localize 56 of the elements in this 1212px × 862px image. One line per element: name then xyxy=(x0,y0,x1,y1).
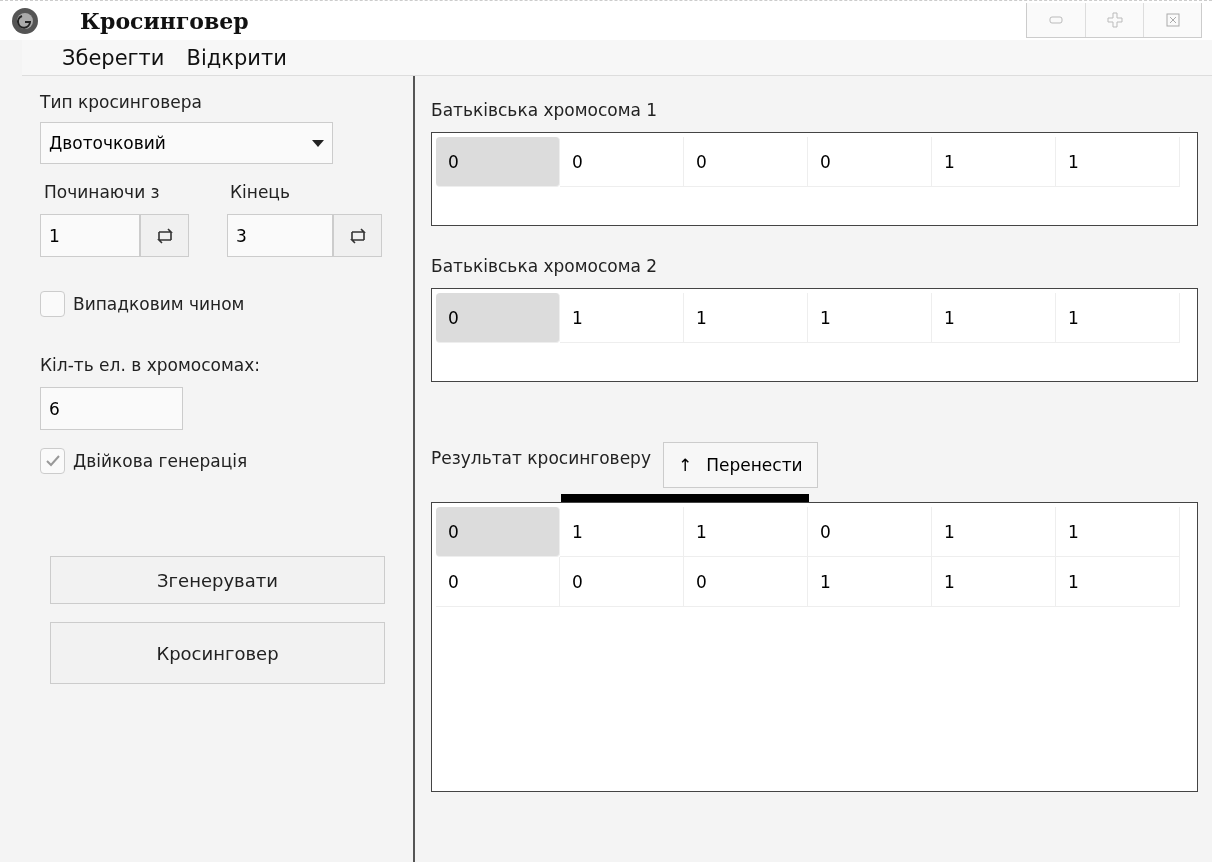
table-cell[interactable]: 1 xyxy=(808,557,932,607)
start-label: Починаючи з xyxy=(43,182,161,202)
checkbox-label: Випадковим чином xyxy=(73,294,245,314)
count-field[interactable]: 6 xyxy=(40,387,183,430)
end-label: Кінець xyxy=(230,182,290,202)
start-field[interactable]: 1 xyxy=(40,214,140,257)
checkbox[interactable] xyxy=(40,291,65,317)
type-dropdown[interactable]: Двоточковий xyxy=(40,122,333,164)
generate-button[interactable]: Згенерувати xyxy=(50,556,385,604)
count-label: Кіл-ть ел. в хромосомах: xyxy=(40,355,261,375)
table-cell[interactable]: 0 xyxy=(436,137,560,187)
refresh-button[interactable] xyxy=(140,214,189,257)
table-cell[interactable]: 1 xyxy=(1056,557,1180,607)
table-cell[interactable]: 1 xyxy=(932,137,1056,187)
menu-item[interactable]: Зберегти xyxy=(62,45,165,70)
table-cell[interactable]: 1 xyxy=(932,293,1056,343)
maximize-icon xyxy=(1106,12,1123,28)
table-cell[interactable]: 1 xyxy=(560,293,684,343)
table-cell[interactable]: 1 xyxy=(1056,293,1180,343)
table-cell[interactable]: 0 xyxy=(808,137,932,187)
table-cell[interactable]: 0 xyxy=(560,137,684,187)
table-cell[interactable]: 1 xyxy=(684,507,808,557)
table-title: Результат кросинговеру xyxy=(431,448,651,468)
table-title: Батьківська хромосома 1 xyxy=(431,100,659,120)
table-cell[interactable]: 1 xyxy=(1056,507,1180,557)
dropdown-arrow-icon xyxy=(312,139,324,147)
checkbox-label: Двійкова генерація xyxy=(73,451,248,471)
table-cell[interactable]: 1 xyxy=(560,507,684,557)
check-icon xyxy=(45,455,60,467)
table-cell[interactable]: 0 xyxy=(560,557,684,607)
window-title: Кросинговер xyxy=(80,7,249,34)
end-field[interactable]: 3 xyxy=(227,214,333,257)
table-cell[interactable]: 0 xyxy=(436,557,560,607)
close-button[interactable] xyxy=(1143,3,1201,37)
close-icon xyxy=(1165,13,1180,27)
menu-item[interactable]: Відкрити xyxy=(186,45,287,70)
table-title: Батьківська хромосома 2 xyxy=(431,256,659,276)
table-cell[interactable]: 1 xyxy=(932,557,1056,607)
transfer-button[interactable]: ↑ Перенести xyxy=(662,442,818,488)
checkbox[interactable] xyxy=(40,448,65,474)
minimize-icon xyxy=(1049,16,1063,24)
table-cell[interactable]: 1 xyxy=(684,293,808,343)
refresh-button[interactable] xyxy=(333,214,382,257)
crossover-button[interactable]: Кросинговер xyxy=(50,622,385,684)
table-cell[interactable]: 0 xyxy=(436,507,560,557)
type-label: Тип кросинговера xyxy=(40,92,203,112)
table-cell[interactable]: 1 xyxy=(1056,137,1180,187)
table-cell[interactable]: 1 xyxy=(808,293,932,343)
table-cell[interactable]: 0 xyxy=(436,293,560,343)
app-icon xyxy=(10,5,40,36)
maximize-button[interactable] xyxy=(1085,3,1143,37)
table-cell[interactable]: 0 xyxy=(684,557,808,607)
table-cell[interactable]: 0 xyxy=(684,137,808,187)
table-cell[interactable]: 0 xyxy=(808,507,932,557)
table-cell[interactable]: 1 xyxy=(932,507,1056,557)
minimize-button[interactable] xyxy=(1027,3,1085,37)
